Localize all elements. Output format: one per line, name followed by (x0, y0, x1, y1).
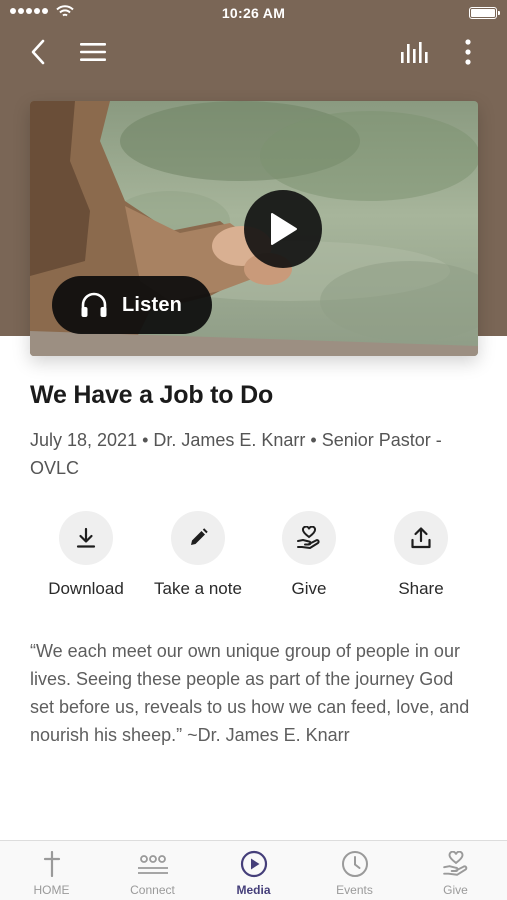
give-button[interactable]: Give (253, 511, 365, 599)
sermon-meta: July 18, 2021 • Dr. James E. Knarr • Sen… (30, 430, 442, 478)
tab-media[interactable]: Media (203, 841, 304, 900)
action-bar: Download Take a note Give Share (0, 511, 507, 606)
hamburger-icon (80, 43, 106, 61)
take-note-label: Take a note (154, 579, 242, 598)
cross-icon (43, 851, 60, 877)
people-icon (137, 855, 168, 874)
tab-give-label: Give (443, 883, 468, 897)
share-button[interactable]: Share (365, 511, 477, 599)
more-options-button[interactable] (450, 34, 486, 70)
play-circle-icon (240, 850, 267, 878)
give-label: Give (291, 579, 327, 598)
share-icon (411, 527, 431, 549)
pencil-icon (191, 528, 208, 545)
tab-home[interactable]: HOME (1, 841, 102, 900)
sermon-media-card: Listen (30, 101, 478, 356)
more-vertical-icon (465, 39, 471, 65)
tab-media-label: Media (236, 883, 271, 897)
share-label: Share (398, 579, 444, 598)
play-icon (271, 213, 297, 245)
listen-button[interactable]: Listen (52, 276, 212, 334)
play-button[interactable] (244, 190, 322, 268)
tab-connect-label: Connect (130, 883, 175, 897)
download-circle (59, 511, 113, 565)
battery-icon (469, 7, 500, 19)
audio-button[interactable] (396, 34, 432, 70)
back-button[interactable] (20, 34, 56, 70)
take-note-circle (171, 511, 225, 565)
give-circle (282, 511, 336, 565)
tab-give[interactable]: Give (405, 841, 506, 900)
tab-events-label: Events (336, 883, 373, 897)
sermon-quote: “We each meet our own unique group of pe… (30, 641, 470, 745)
hand-heart-icon (442, 851, 467, 876)
download-icon (76, 527, 96, 548)
headphones-icon (81, 292, 107, 317)
chevron-left-icon (31, 39, 45, 65)
sermon-title: We Have a Job to Do (30, 381, 274, 409)
tab-events[interactable]: Events (304, 841, 405, 900)
menu-button[interactable] (75, 34, 111, 70)
tab-home-label: HOME (33, 883, 70, 897)
audio-bars-icon (401, 42, 428, 63)
listen-label: Listen (122, 293, 183, 316)
status-time: 10:26 AM (221, 5, 286, 21)
tab-connect[interactable]: Connect (102, 841, 203, 900)
bottom-tab-bar: HOME Connect Media Events Give (0, 840, 507, 900)
download-button[interactable]: Download (30, 511, 142, 599)
download-label: Download (48, 579, 124, 598)
take-note-button[interactable]: Take a note (142, 511, 254, 599)
hand-heart-icon (297, 526, 320, 549)
status-bar: 10:26 AM (0, 0, 507, 28)
share-circle (394, 511, 448, 565)
clock-icon (341, 851, 368, 877)
